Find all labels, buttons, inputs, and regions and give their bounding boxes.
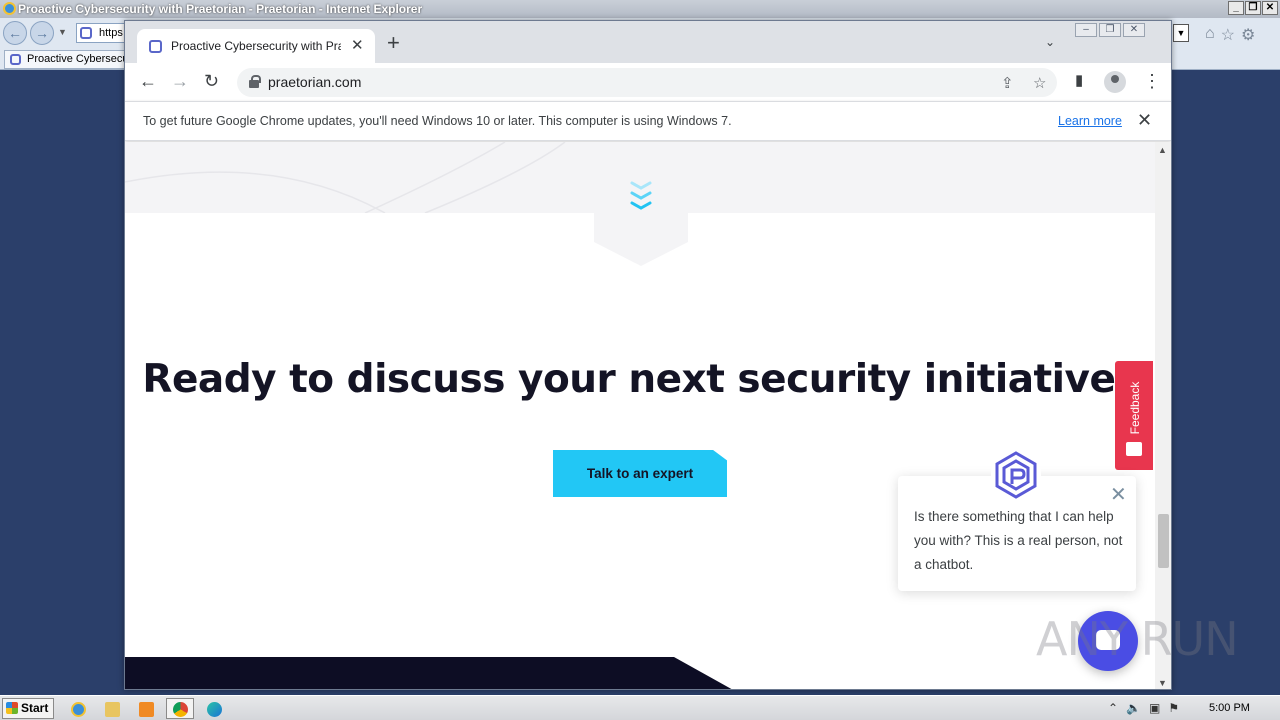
chrome-restore-button[interactable]: ❐ [1099,23,1121,37]
site-favicon-icon [80,27,92,39]
windows-taskbar: Start ⌃ 🔈 ▣ ⚑ 5:00 PM [0,695,1280,720]
omnibox[interactable]: praetorian.com ⇪ ☆ [237,68,1057,97]
ie-restore-button[interactable]: ❐ [1245,1,1261,15]
chrome-toolbar: ← → ↻ praetorian.com ⇪ ☆ ▮ ⋮ [125,63,1171,101]
share-icon[interactable]: ⇪ [1001,74,1014,92]
ie-window-controls: _ ❐ ✕ [1228,1,1278,15]
ie-close-button[interactable]: ✕ [1262,1,1278,15]
ie-tab[interactable]: Proactive Cybersecu [4,50,134,69]
start-button[interactable]: Start [2,698,54,719]
new-tab-plus-icon[interactable]: + [387,32,400,54]
chrome-window: Proactive Cybersecurity with Praetori ✕ … [124,20,1172,690]
decorative-curves [125,142,566,213]
ie-toolbar-icons: ⌂ ☆ ⚙ [1205,25,1255,45]
action-center-flag-icon[interactable]: ⚑ [1168,701,1179,715]
side-panel-icon[interactable]: ▮ [1075,72,1083,90]
praetorian-logo-icon [991,450,1041,500]
ie-minimize-button[interactable]: _ [1228,1,1244,15]
site-favicon-icon [10,54,21,65]
chrome-minimize-button[interactable]: – [1075,23,1097,37]
chrome-tab-strip: Proactive Cybersecurity with Praetori ✕ … [125,21,1171,63]
chrome-window-controls: – ❐ ✕ [1075,23,1145,37]
system-tray: ⌃ 🔈 ▣ ⚑ [1108,701,1179,715]
chat-message: Is there something that I can help you w… [914,509,1123,572]
ie-logo-icon [3,2,16,15]
lock-icon[interactable] [249,75,261,88]
ie-title-bar: Proactive Cybersecurity with Praetorian … [0,0,1280,18]
learn-more-link[interactable]: Learn more [1058,114,1122,128]
infobar-close-icon[interactable]: ✕ [1137,110,1152,131]
url-text: praetorian.com [268,74,362,90]
tab-search-chevron-icon[interactable]: ⌄ [1045,35,1055,49]
start-label: Start [21,701,49,715]
bookmark-star-icon[interactable]: ☆ [1033,74,1046,92]
volume-icon[interactable]: 🔈 [1126,701,1141,715]
page-headline: Ready to discuss your next security init… [142,357,1138,402]
ie-window-title: Proactive Cybersecurity with Praetorian … [18,2,423,16]
scroll-down-indicator[interactable] [594,181,688,266]
network-icon[interactable]: ▣ [1149,701,1160,715]
talk-to-expert-button[interactable]: Talk to an expert [553,450,727,497]
taskbar-clock[interactable]: 5:00 PM [1209,702,1250,714]
anyrun-watermark: ANY RUN [1036,612,1239,666]
ie-address-value: https [99,27,123,39]
chevrons-down-icon [630,181,652,210]
close-tab-icon[interactable]: ✕ [351,36,364,54]
scroll-down-arrow-icon[interactable]: ▼ [1158,678,1167,688]
chat-close-icon[interactable]: ✕ [1110,482,1127,507]
home-icon[interactable]: ⌂ [1205,25,1215,45]
taskbar-media-player-icon[interactable] [132,698,160,719]
taskbar-ie-icon[interactable] [64,698,92,719]
feedback-label: Feedback [1128,381,1142,435]
chrome-tab-title: Proactive Cybersecurity with Praetori [171,39,341,53]
taskbar-edge-icon[interactable] [200,698,228,719]
ie-tab-label: Proactive Cybersecu [27,53,129,65]
windows-logo-icon [6,702,18,714]
favorites-star-icon[interactable]: ☆ [1221,25,1235,45]
chrome-close-button[interactable]: ✕ [1123,23,1145,37]
ie-back-icon[interactable]: ← [3,21,27,45]
profile-avatar-icon[interactable] [1104,71,1126,93]
ie-forward-icon[interactable]: → [30,21,54,45]
feedback-tab[interactable]: Feedback [1115,361,1153,470]
scroll-up-arrow-icon[interactable]: ▲ [1158,145,1167,155]
scrollbar-thumb[interactable] [1158,514,1169,568]
reload-icon[interactable]: ↻ [204,72,219,90]
page-content: Ready to discuss your next security init… [125,142,1155,689]
forward-arrow-icon[interactable]: → [171,72,189,90]
page-scrollbar[interactable]: ▲ ▼ [1155,142,1171,689]
chrome-tab-active[interactable]: Proactive Cybersecurity with Praetori ✕ [137,29,375,63]
settings-gear-icon[interactable]: ⚙ [1241,25,1255,45]
ie-address-dropdown-icon[interactable]: ▼ [1173,24,1189,42]
update-infobar: To get future Google Chrome updates, you… [125,101,1171,141]
feedback-face-icon [1126,442,1142,456]
praetorian-favicon-icon [149,40,162,53]
back-arrow-icon[interactable]: ← [139,72,157,90]
taskbar-explorer-icon[interactable] [98,698,126,719]
menu-kebab-icon[interactable]: ⋮ [1143,72,1161,90]
ie-history-dropdown-icon[interactable]: ▼ [58,27,67,37]
infobar-message: To get future Google Chrome updates, you… [143,114,732,128]
dark-footer-strip [125,657,735,689]
taskbar-chrome-icon[interactable] [166,698,194,719]
tray-expand-icon[interactable]: ⌃ [1108,701,1118,715]
